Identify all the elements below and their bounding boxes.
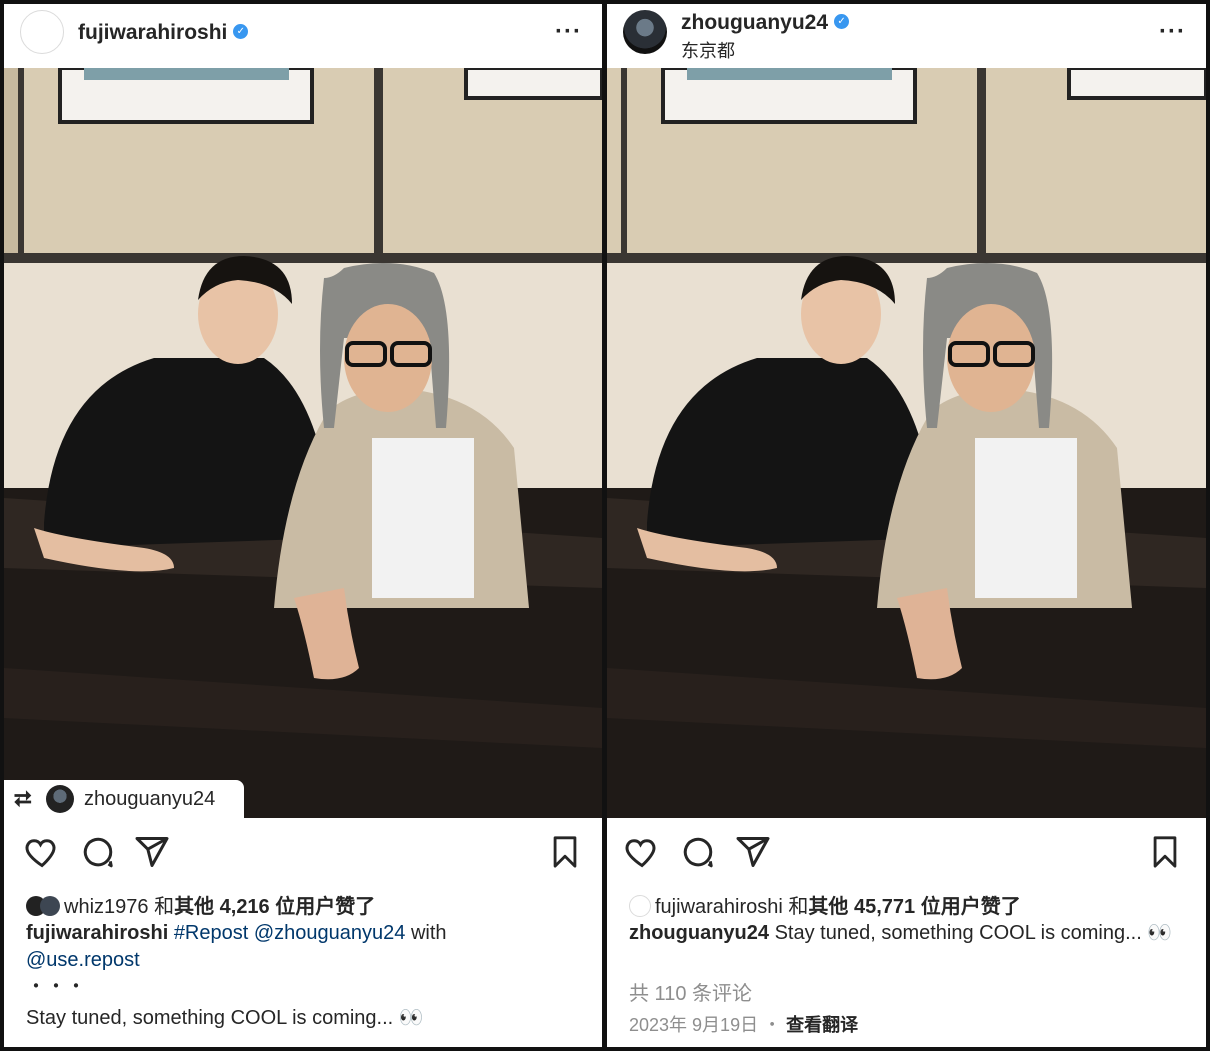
caption-author[interactable]: fujiwarahiroshi [26,922,168,944]
caption-mention-repost[interactable]: @use.repost [26,949,140,971]
photo-image [4,68,602,818]
more-icon[interactable]: ··· [555,18,582,46]
comment-icon[interactable] [680,834,716,870]
repost-avatar [46,785,74,813]
heart-icon[interactable] [24,834,60,870]
username[interactable]: fujiwarahiroshi [78,21,227,44]
likes-count[interactable]: 其他 45,771 位用户赞了 [808,896,1020,918]
liker-username[interactable]: fujiwarahiroshi [655,896,783,918]
action-bar [607,834,1206,874]
caption-body: Stay tuned, something COOL is coming... … [774,922,1173,944]
location-label[interactable]: 东京都 [681,37,735,63]
translate-link[interactable]: 查看翻译 [786,1015,858,1035]
right-post: zhouguanyu24 ✓ 东京都 ··· fujiwarahiroshi 和… [607,4,1206,1047]
caption-with: with [410,922,447,944]
caption-dots: ・・・ [26,976,86,998]
bookmark-icon[interactable] [1148,834,1182,870]
action-bar [4,834,602,874]
liker-avatar [40,895,60,916]
photo-image [607,68,1206,818]
share-icon[interactable] [134,834,170,870]
liker-username[interactable]: whiz1976 [64,896,149,918]
post-caption: zhouguanyu24 Stay tuned, something COOL … [629,920,1186,947]
verified-icon: ✓ [233,23,249,39]
username-row[interactable]: zhouguanyu24 ✓ [681,11,850,35]
post-header: zhouguanyu24 ✓ 东京都 ··· [607,4,1206,68]
likes-summary[interactable]: fujiwarahiroshi 和其他 45,771 位用户赞了 [629,890,1021,919]
left-post: fujiwarahiroshi ✓ ··· ⮂ zhouguanyu24 whi… [4,4,602,1047]
view-comments[interactable]: 共 110 条评论 [629,981,1186,1008]
verified-icon: ✓ [834,13,850,29]
user-avatar[interactable] [20,10,64,54]
meta-separator: ・ [763,1015,782,1035]
repost-username[interactable]: zhouguanyu24 [84,788,215,811]
post-header: fujiwarahiroshi ✓ ··· [4,4,602,68]
post-photo[interactable] [607,68,1206,818]
caption-author[interactable]: zhouguanyu24 [629,922,769,944]
post-photo[interactable] [4,68,602,818]
caption-mention[interactable]: @zhouguanyu24 [254,922,406,944]
likes-connector: 和 [154,896,175,918]
post-date: 2023年 9月19日 [629,1015,759,1035]
bookmark-icon[interactable] [548,834,582,870]
more-icon[interactable]: ··· [1159,18,1186,46]
post-meta: 2023年 9月19日 ・ 查看翻译 [629,1012,1186,1039]
post-caption: fujiwarahiroshi #Repost @zhouguanyu24 wi… [26,920,582,1032]
caption-body: Stay tuned, something COOL is coming... … [26,1007,424,1029]
caption-hashtag[interactable]: #Repost [174,922,249,944]
heart-icon[interactable] [624,834,660,870]
repost-tag[interactable]: ⮂ zhouguanyu24 [4,780,244,818]
repost-icon: ⮂ [14,786,32,811]
likes-summary[interactable]: whiz1976 和其他 4,216 位用户赞了 [26,890,375,919]
username[interactable]: zhouguanyu24 [681,11,828,34]
likes-count[interactable]: 其他 4,216 位用户赞了 [174,896,375,918]
liker-avatar [629,894,651,917]
username-row[interactable]: fujiwarahiroshi ✓ [78,21,249,45]
likes-connector: 和 [788,896,809,918]
comment-icon[interactable] [80,834,116,870]
share-icon[interactable] [735,834,771,870]
user-avatar[interactable] [623,10,667,54]
